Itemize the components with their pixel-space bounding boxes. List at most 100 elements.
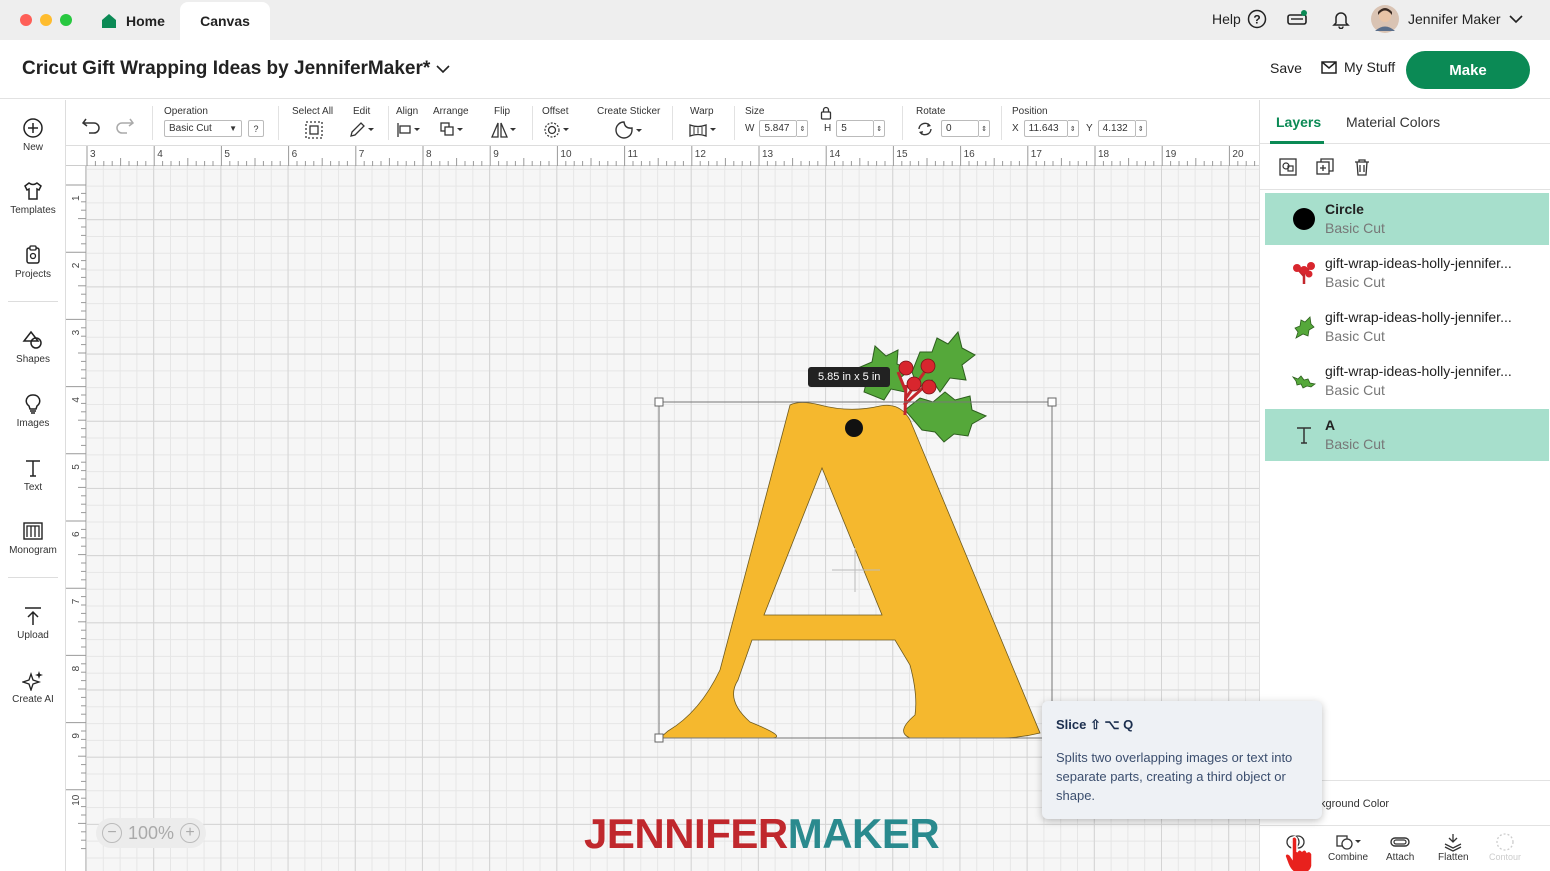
sidebar-item-monogram[interactable]: Monogram <box>0 520 66 556</box>
select-all-label: Select All <box>292 106 334 117</box>
select-all-button[interactable]: Select All <box>292 100 336 146</box>
operation-select[interactable]: Basic Cut ▼ <box>164 120 242 137</box>
sidebar-label-projects: Projects <box>14 269 52 280</box>
x-input[interactable]: 11.643 <box>1023 120 1068 137</box>
ruler-label: 3 <box>90 149 96 160</box>
x-field[interactable]: X 11.643 ⇕ <box>1012 120 1079 137</box>
pencil-icon <box>350 122 374 137</box>
tab-layers[interactable]: Layers <box>1276 114 1321 130</box>
width-stepper[interactable]: ⇕ <box>797 120 809 137</box>
ruler-label: 19 <box>1165 149 1177 160</box>
layer-operation: Basic Cut <box>1325 274 1385 290</box>
notifications-button[interactable] <box>1331 0 1351 38</box>
help-button[interactable]: Help ? <box>1212 0 1267 38</box>
width-field[interactable]: W 5.847 ⇕ <box>745 120 809 137</box>
sidebar-item-new[interactable]: New <box>0 117 66 153</box>
zoom-window-button[interactable] <box>60 14 72 26</box>
create-sticker-button[interactable]: Create Sticker <box>597 100 663 146</box>
rotate-input[interactable]: 0 <box>941 120 979 137</box>
ruler-label: 15 <box>896 149 908 160</box>
combine-button[interactable]: Combine <box>1328 832 1368 863</box>
trash-icon[interactable] <box>1352 157 1372 177</box>
sidebar-item-create-ai[interactable]: Create AI <box>0 669 66 705</box>
layer-item[interactable]: A Basic Cut <box>1265 409 1549 461</box>
sidebar-item-images[interactable]: Images <box>0 393 66 429</box>
ruler-label: 17 <box>1031 149 1043 160</box>
zoom-in-button[interactable]: + <box>179 823 200 843</box>
toolbar-divider <box>532 106 533 140</box>
offset-button[interactable]: Offset <box>542 100 574 146</box>
y-input[interactable]: 4.132 <box>1097 120 1136 137</box>
circle-icon <box>1291 206 1317 232</box>
close-window-button[interactable] <box>20 14 32 26</box>
dimension-label: 5.85 in x 5 in <box>808 367 891 387</box>
width-input[interactable]: 5.847 <box>759 120 798 137</box>
arrange-button[interactable]: Arrange <box>433 100 473 146</box>
rotate-stepper[interactable]: ⇕ <box>979 120 990 137</box>
jennifermaker-watermark: JENNIFERMAKER <box>584 810 940 858</box>
flatten-button[interactable]: Flatten <box>1438 832 1469 863</box>
y-stepper[interactable]: ⇕ <box>1135 120 1147 137</box>
project-header: Cricut Gift Wrapping Ideas by JenniferMa… <box>0 40 1550 99</box>
sidebar-divider <box>8 577 58 578</box>
ruler-label: 9 <box>493 149 499 160</box>
toolbar-divider <box>672 106 673 140</box>
bell-icon <box>1332 12 1350 29</box>
question-icon: ? <box>248 120 264 137</box>
layer-item[interactable]: Circle Basic Cut <box>1265 193 1549 245</box>
text-icon <box>26 460 40 477</box>
user-menu[interactable]: Jennifer Maker <box>1370 0 1523 38</box>
select-all-icon <box>305 121 323 139</box>
machine-button[interactable] <box>1286 0 1308 38</box>
sidebar-item-upload[interactable]: Upload <box>0 605 66 641</box>
caret-down-icon: ▼ <box>229 124 237 133</box>
layer-name: Circle <box>1325 201 1364 217</box>
layer-item[interactable]: gift-wrap-ideas-holly-jennifer... Basic … <box>1265 301 1549 353</box>
sidebar-item-shapes[interactable]: Shapes <box>0 329 66 365</box>
sidebar-divider <box>8 301 58 302</box>
combine-label: Combine <box>1328 852 1369 863</box>
svg-text:?: ? <box>1253 13 1260 27</box>
sidebar-item-projects[interactable]: Projects <box>0 244 66 280</box>
title-bar: Home Canvas Help ? Jennifer Maker <box>0 0 1550 40</box>
warp-button[interactable]: Warp <box>687 100 721 146</box>
make-button[interactable]: Make <box>1406 51 1530 89</box>
ruler-label: 4 <box>157 149 163 160</box>
edit-toolbar: Operation Basic Cut ▼ ? Select All Edit A… <box>66 100 1259 146</box>
lightbulb-icon <box>25 394 41 414</box>
save-button[interactable]: Save <box>1270 60 1302 76</box>
minimize-window-button[interactable] <box>40 14 52 26</box>
operation-help-button[interactable]: ? <box>248 120 264 137</box>
height-input[interactable]: 5 <box>836 120 875 137</box>
my-stuff-button[interactable]: My Stuff <box>1320 59 1395 75</box>
contour-button[interactable]: Contour <box>1489 832 1521 862</box>
tab-home-label: Home <box>126 13 165 29</box>
align-button[interactable]: Align <box>396 100 426 146</box>
project-title-dropdown[interactable]: Cricut Gift Wrapping Ideas by JenniferMa… <box>22 58 450 80</box>
tab-canvas[interactable]: Canvas <box>180 2 270 40</box>
tab-home[interactable]: Home <box>90 2 178 40</box>
x-stepper[interactable]: ⇕ <box>1067 120 1079 137</box>
sidebar-item-templates[interactable]: Templates <box>0 180 66 216</box>
layer-item[interactable]: gift-wrap-ideas-holly-jennifer... Basic … <box>1265 355 1549 407</box>
flip-button[interactable]: Flip <box>491 100 522 146</box>
height-stepper[interactable]: ⇕ <box>874 120 886 137</box>
group-icon[interactable] <box>1278 157 1298 177</box>
ruler-vertical-ticks: 1 2 3 4 5 6 7 8 9 10 <box>66 184 86 850</box>
sidebar-item-text[interactable]: Text <box>0 457 66 493</box>
y-field[interactable]: Y 4.132 ⇕ <box>1086 120 1147 137</box>
ruler-label: 18 <box>1098 149 1110 160</box>
ruler-label: 3 <box>71 329 82 335</box>
zoom-out-button[interactable]: − <box>102 823 122 843</box>
duplicate-icon[interactable] <box>1315 157 1335 177</box>
toolbar-divider <box>152 106 153 140</box>
layer-item[interactable]: gift-wrap-ideas-holly-jennifer... Basic … <box>1265 247 1549 299</box>
tab-material-colors[interactable]: Material Colors <box>1346 114 1440 130</box>
edit-button[interactable]: Edit <box>348 100 382 146</box>
rotate-field[interactable]: 0 ⇕ <box>916 120 990 137</box>
height-field[interactable]: H 5 ⇕ <box>824 120 886 137</box>
undo-icon <box>81 118 100 134</box>
layer-actions <box>1260 144 1550 190</box>
lock-icon[interactable] <box>820 106 832 120</box>
attach-button[interactable]: Attach <box>1386 832 1414 863</box>
